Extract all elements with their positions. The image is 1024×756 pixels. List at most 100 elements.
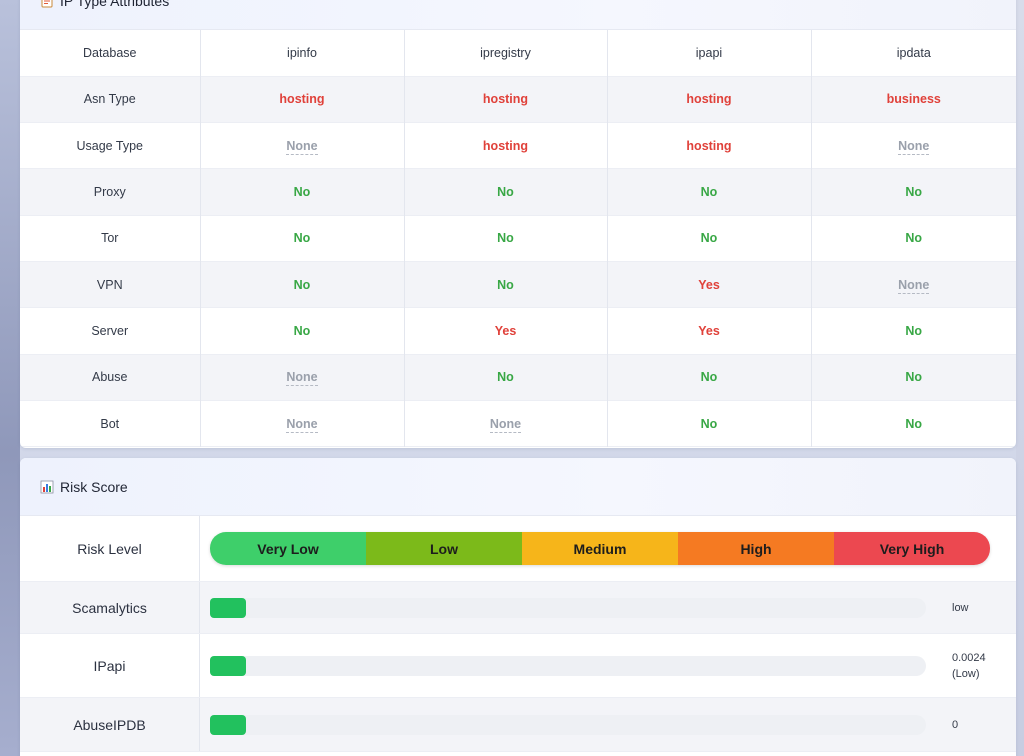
- table-cell: hosting: [607, 76, 812, 123]
- table-cell: hosting: [607, 122, 812, 169]
- status-value: No: [905, 185, 923, 200]
- table-row: Abuse None No No No: [20, 354, 1016, 401]
- card-title: Risk Score: [60, 478, 128, 495]
- score-value-line: low: [952, 601, 969, 614]
- status-value: No: [497, 370, 514, 385]
- status-value[interactable]: None: [898, 277, 930, 294]
- row-label: Proxy: [20, 168, 201, 216]
- score-label: Scamalytics: [20, 582, 200, 633]
- table-cell: No: [200, 307, 405, 355]
- table-cell: hosting: [200, 76, 405, 123]
- column-header-ipregistry: ipregistry: [404, 30, 608, 77]
- card-title: IP Type Attributes: [60, 0, 170, 9]
- row-label: Usage Type: [20, 122, 201, 169]
- risk-level-label: Risk Level: [20, 516, 200, 581]
- risk-level-scale: Very Low Low Medium High Very High: [210, 532, 990, 565]
- table-cell: None: [200, 122, 405, 169]
- row-label: Asn Type: [20, 76, 201, 123]
- table-cell: No: [811, 308, 1016, 354]
- table-cell: business: [811, 76, 1016, 123]
- score-cell: 0.0024 (Low): [200, 634, 1016, 697]
- table-cell: No: [607, 400, 812, 447]
- status-value[interactable]: None: [286, 138, 318, 155]
- status-value[interactable]: None: [286, 416, 318, 433]
- document-icon: [40, 0, 54, 8]
- card-header: IP Type Attributes: [20, 0, 1016, 30]
- row-label: Server: [20, 307, 201, 355]
- risk-level-segment: Very Low: [210, 532, 366, 565]
- table-row: Server No Yes Yes No: [20, 307, 1016, 355]
- status-value: business: [886, 92, 941, 107]
- risk-level-segment: Low: [366, 532, 522, 565]
- table-cell: No: [607, 168, 812, 216]
- score-bar-track: [210, 714, 926, 735]
- score-value-line: (Low): [952, 667, 980, 680]
- score-bar-track: [210, 597, 926, 618]
- table-row: Tor No No No No: [20, 215, 1016, 262]
- status-value: No: [497, 231, 514, 246]
- score-value: 0.0024 (Low): [952, 650, 986, 682]
- score-cell: 0: [200, 698, 1016, 751]
- score-bar-fill: [210, 655, 246, 676]
- table-cell: No: [811, 354, 1016, 401]
- score-bar-fill: [210, 597, 246, 618]
- scrollbar-track[interactable]: [1016, 0, 1024, 756]
- score-value-line: 0.0024: [952, 651, 986, 664]
- status-value: No: [905, 231, 923, 246]
- table-cell: No: [404, 168, 608, 216]
- risk-score-card: Risk Score Risk Level Very Low Low Medium H…: [20, 458, 1016, 756]
- row-label: Bot: [20, 400, 201, 447]
- score-value: low: [952, 600, 969, 616]
- status-value: Yes: [698, 277, 720, 292]
- column-header-ipdata: ipdata: [896, 45, 931, 60]
- table-cell: No: [607, 215, 812, 262]
- table-cell: No: [404, 354, 608, 401]
- status-value: hosting: [686, 92, 732, 107]
- score-row: IPapi 0.0024 (Low): [20, 634, 1016, 698]
- table-cell: None: [200, 354, 405, 401]
- table-cell: No: [200, 261, 405, 308]
- score-bar-fill: [210, 714, 246, 735]
- status-value: No: [905, 323, 923, 338]
- status-value[interactable]: None: [898, 138, 930, 155]
- table-cell: hosting: [404, 122, 608, 169]
- status-value[interactable]: None: [489, 416, 522, 433]
- row-label: Tor: [20, 215, 201, 262]
- status-value[interactable]: None: [286, 370, 318, 387]
- table-cell: No: [404, 261, 608, 308]
- table-cell: None: [200, 400, 405, 447]
- row-label: Abuse: [20, 354, 201, 401]
- status-value: No: [497, 277, 514, 292]
- score-row: Scamalytics low: [20, 582, 1016, 634]
- bar-chart-icon: [40, 480, 54, 494]
- table-header-row: Database ipinfo ipregistry ipapi ipdata: [20, 30, 1016, 77]
- table-cell: No: [404, 215, 608, 262]
- status-value: No: [700, 416, 718, 431]
- score-bar-track: [210, 655, 926, 676]
- table-row: VPN No No Yes None: [20, 261, 1016, 308]
- risk-level-row: Risk Level Very Low Low Medium High Very Hig…: [20, 516, 1016, 582]
- status-value: No: [700, 185, 718, 200]
- column-header-ipinfo: ipinfo: [200, 30, 405, 77]
- table-cell: No: [200, 215, 405, 262]
- risk-level-segment: High: [678, 532, 834, 565]
- status-value: hosting: [279, 92, 325, 107]
- table-row: Bot None None No No: [20, 400, 1016, 447]
- score-row: AbuseIPDB 0: [20, 698, 1016, 752]
- column-header-ipapi: ipapi: [607, 30, 812, 77]
- status-value: Yes: [494, 323, 517, 338]
- table-cell: Yes: [607, 261, 812, 308]
- table-cell: No: [607, 354, 812, 401]
- status-value: Yes: [698, 323, 720, 338]
- status-value: No: [293, 185, 311, 200]
- risk-level-segment: Medium: [522, 532, 678, 565]
- column-header-database: Database: [20, 30, 201, 77]
- score-label: IPapi: [20, 634, 200, 697]
- status-value: No: [700, 370, 718, 385]
- table-cell: Yes: [404, 307, 608, 355]
- table-cell: No: [811, 168, 1016, 216]
- table-row: Proxy No No No No: [20, 168, 1016, 216]
- status-value: hosting: [482, 92, 529, 107]
- ip-attributes-table: Database ipinfo ipregistry ipapi ipdata Asn T…: [20, 30, 1016, 447]
- score-cell: low: [200, 582, 1016, 633]
